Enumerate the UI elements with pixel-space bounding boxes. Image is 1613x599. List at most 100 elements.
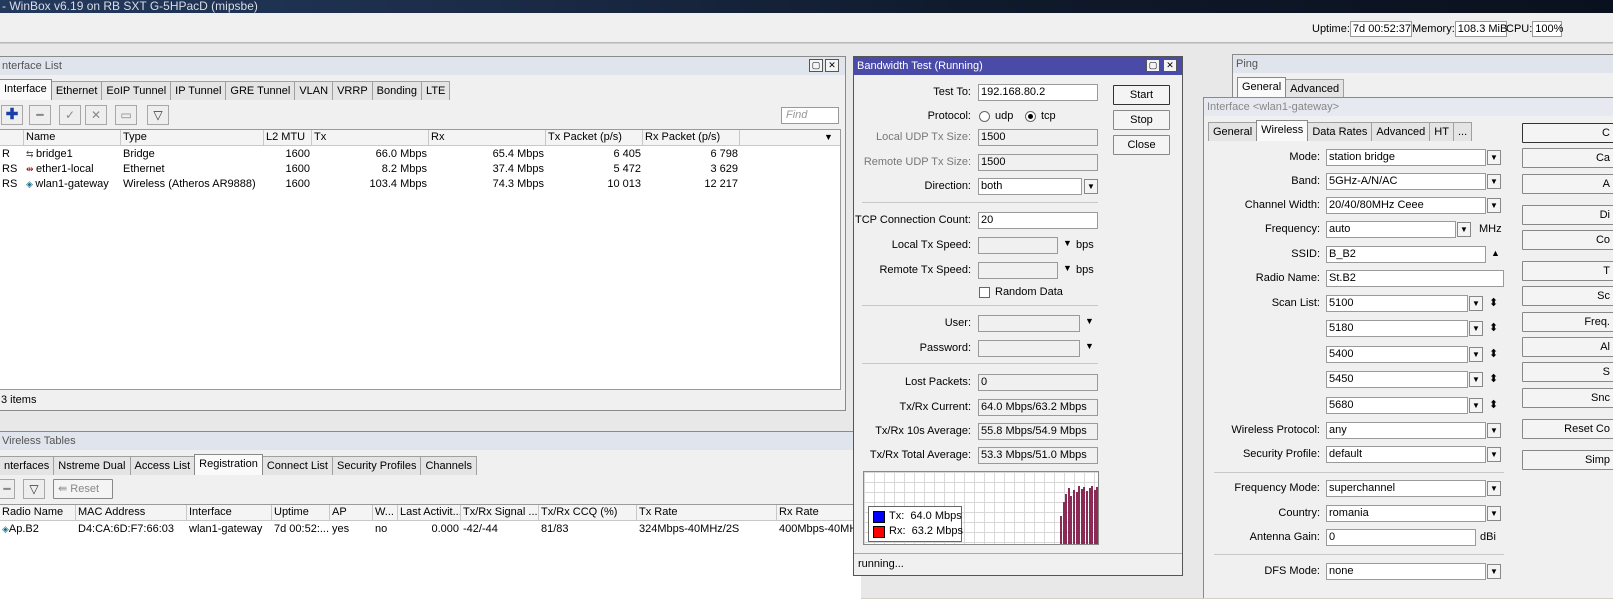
col-tx-rate[interactable]: Tx Rate bbox=[637, 505, 777, 521]
security-profile-dropdown-icon[interactable]: ▼ bbox=[1487, 447, 1501, 462]
direction-dropdown-icon[interactable]: ▼ bbox=[1084, 179, 1098, 194]
user-input[interactable] bbox=[978, 315, 1080, 332]
security-profile-select[interactable]: default bbox=[1326, 446, 1486, 463]
ssid-collapse-icon[interactable]: ▲ bbox=[1491, 248, 1500, 258]
tab-vrrp[interactable]: VRRP bbox=[332, 81, 373, 100]
table-row[interactable]: RS ◈ wlan1-gateway Wireless (Atheros AR9… bbox=[0, 177, 840, 192]
frequency-mode-select[interactable]: superchannel bbox=[1326, 480, 1486, 497]
scan-list-dropdown-icon[interactable]: ▼ bbox=[1469, 372, 1483, 387]
col-rx-packet[interactable]: Rx Packet (p/s) bbox=[643, 130, 740, 146]
apply-button[interactable]: A bbox=[1522, 174, 1613, 194]
find-input[interactable]: Find bbox=[781, 107, 839, 124]
comment-button[interactable]: Co bbox=[1522, 230, 1613, 250]
channel-width-dropdown-icon[interactable]: ▼ bbox=[1487, 198, 1501, 213]
tab-eoip-tunnel[interactable]: EoIP Tunnel bbox=[101, 81, 172, 100]
local-speed-dropdown-icon[interactable]: ▼ bbox=[1063, 238, 1072, 248]
comment-icon[interactable]: ▭ bbox=[115, 105, 137, 125]
scan-list-dropdown-icon[interactable]: ▼ bbox=[1469, 398, 1483, 413]
disable-icon[interactable]: ✕ bbox=[85, 105, 107, 125]
scan-list-reorder-icon[interactable]: ⬍ bbox=[1489, 371, 1498, 388]
col-tx-packet[interactable]: Tx Packet (p/s) bbox=[546, 130, 643, 146]
tab-ip-tunnel[interactable]: IP Tunnel bbox=[170, 81, 227, 100]
tcp-count-input[interactable]: 20 bbox=[978, 212, 1098, 229]
mode-dropdown-icon[interactable]: ▼ bbox=[1487, 150, 1501, 165]
tab-more[interactable]: ... bbox=[1452, 122, 1473, 141]
table-row[interactable]: RS ⇹ ether1-local Ethernet 1600 8.2 Mbps… bbox=[0, 162, 840, 177]
tab-registration[interactable]: Registration bbox=[194, 454, 263, 475]
tab-wireless[interactable]: Wireless bbox=[1256, 120, 1309, 141]
ok-button[interactable]: C bbox=[1522, 123, 1613, 143]
cancel-button[interactable]: Ca bbox=[1522, 148, 1613, 168]
tab-general[interactable]: General bbox=[1208, 122, 1258, 141]
tab-connect-list[interactable]: Connect List bbox=[261, 456, 333, 475]
scan-list-dropdown-icon[interactable]: ▼ bbox=[1469, 321, 1483, 336]
col-flags[interactable] bbox=[0, 130, 24, 146]
remote-speed-input[interactable] bbox=[978, 262, 1058, 279]
tcp-radio[interactable] bbox=[1025, 111, 1036, 122]
tab-general[interactable]: General bbox=[1237, 77, 1287, 98]
scan-list-reorder-icon[interactable]: ⬍ bbox=[1489, 320, 1498, 337]
maximize-button[interactable]: ▢ bbox=[809, 59, 823, 72]
col-w[interactable]: W... bbox=[373, 505, 398, 521]
close-button[interactable]: ✕ bbox=[825, 59, 839, 72]
scan-list-input[interactable]: 5680 bbox=[1326, 397, 1468, 414]
reset-configuration-button[interactable]: Reset Co bbox=[1522, 419, 1613, 439]
col-rx[interactable]: Rx bbox=[429, 130, 546, 146]
col-uptime[interactable]: Uptime bbox=[272, 505, 330, 521]
simple-mode-button[interactable]: Simp bbox=[1522, 450, 1613, 470]
band-select[interactable]: 5GHz-A/N/AC bbox=[1326, 173, 1486, 190]
torch-button[interactable]: T bbox=[1522, 261, 1613, 281]
col-mac-address[interactable]: MAC Address bbox=[76, 505, 187, 521]
scan-list-dropdown-icon[interactable]: ▼ bbox=[1469, 296, 1483, 311]
dfs-mode-select[interactable]: none bbox=[1326, 563, 1486, 580]
tab-advanced[interactable]: Advanced bbox=[1371, 122, 1431, 141]
col-radio-name[interactable]: Radio Name bbox=[0, 505, 76, 521]
udp-radio[interactable] bbox=[979, 111, 990, 122]
remote-speed-dropdown-icon[interactable]: ▼ bbox=[1063, 263, 1072, 273]
remove-icon[interactable]: ━ bbox=[0, 479, 15, 499]
tab-gre-tunnel[interactable]: GRE Tunnel bbox=[225, 81, 296, 100]
channel-width-select[interactable]: 20/40/80MHz Ceee bbox=[1326, 197, 1486, 214]
antenna-gain-input[interactable]: 0 bbox=[1326, 529, 1476, 546]
close-window-button[interactable]: ✕ bbox=[1163, 59, 1177, 72]
tab-bonding[interactable]: Bonding bbox=[371, 81, 423, 100]
tab-interface[interactable]: Interface bbox=[0, 79, 52, 100]
tab-interfaces[interactable]: nterfaces bbox=[0, 456, 55, 475]
align-button[interactable]: Al bbox=[1522, 337, 1613, 357]
wireless-protocol-dropdown-icon[interactable]: ▼ bbox=[1487, 423, 1501, 438]
tab-data-rates[interactable]: Data Rates bbox=[1307, 122, 1373, 141]
scan-list-input[interactable]: 5400 bbox=[1326, 346, 1468, 363]
tab-access-list[interactable]: Access List bbox=[129, 456, 196, 475]
tab-vlan[interactable]: VLAN bbox=[294, 81, 334, 100]
scan-button[interactable]: Sc bbox=[1522, 286, 1613, 306]
mode-select[interactable]: station bridge bbox=[1326, 149, 1486, 166]
password-input[interactable] bbox=[978, 340, 1080, 357]
filter-icon[interactable]: ▽ bbox=[23, 479, 45, 499]
table-row[interactable]: R ⇆ bridge1 Bridge 1600 66.0 Mbps 65.4 M… bbox=[0, 147, 840, 162]
scan-list-reorder-icon[interactable]: ⬍ bbox=[1489, 295, 1498, 312]
start-button[interactable]: Start bbox=[1113, 85, 1170, 105]
tab-advanced[interactable]: Advanced bbox=[1285, 79, 1345, 98]
tab-lte[interactable]: LTE bbox=[421, 81, 451, 100]
close-button[interactable]: Close bbox=[1113, 135, 1170, 155]
stop-button[interactable]: Stop bbox=[1113, 110, 1170, 130]
col-last-activity[interactable]: Last Activit... bbox=[398, 505, 461, 521]
snooper-button[interactable]: Snc bbox=[1522, 388, 1613, 408]
random-data-checkbox[interactable] bbox=[979, 287, 990, 298]
col-type[interactable]: Type bbox=[121, 130, 264, 146]
band-dropdown-icon[interactable]: ▼ bbox=[1487, 174, 1501, 189]
freq-usage-button[interactable]: Freq. bbox=[1522, 312, 1613, 332]
col-l2mtu[interactable]: L2 MTU bbox=[264, 130, 312, 146]
frequency-mode-dropdown-icon[interactable]: ▼ bbox=[1487, 481, 1501, 496]
scan-list-input[interactable]: 5180 bbox=[1326, 320, 1468, 337]
scan-list-reorder-icon[interactable]: ⬍ bbox=[1489, 346, 1498, 363]
scan-list-input[interactable]: 5450 bbox=[1326, 371, 1468, 388]
direction-select[interactable]: both bbox=[978, 178, 1082, 195]
col-name[interactable]: Name bbox=[24, 130, 121, 146]
radio-name-input[interactable]: St.B2 bbox=[1326, 270, 1504, 287]
scan-list-reorder-icon[interactable]: ⬍ bbox=[1489, 397, 1498, 414]
remove-icon[interactable]: ━ bbox=[29, 105, 51, 125]
wireless-protocol-select[interactable]: any bbox=[1326, 422, 1486, 439]
enable-icon[interactable]: ✓ bbox=[59, 105, 81, 125]
maximize-button[interactable]: ▢ bbox=[1146, 59, 1160, 72]
